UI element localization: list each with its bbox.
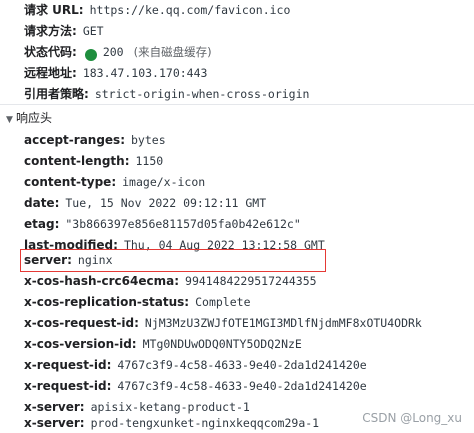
header-value: Tue, 15 Nov 2022 09:12:11 GMT xyxy=(65,196,267,210)
csdn-watermark: CSDN @Long_xu xyxy=(362,411,462,425)
status-ok-icon xyxy=(84,47,97,61)
request-method-row: 请求方法: GET xyxy=(24,21,104,41)
header-value: apisix-ketang-product-1 xyxy=(90,400,250,414)
header-row: content-type: image/x-icon xyxy=(24,172,205,192)
request-url-row: 请求 URL: https://ke.qq.com/favicon.ico xyxy=(24,0,290,20)
header-row: x-cos-hash-crc64ecma: 9941484229517244355 xyxy=(24,271,317,291)
request-url-label: 请求 URL: xyxy=(24,3,84,17)
status-cache-note: (来自磁盘缓存) xyxy=(133,45,212,59)
header-key: accept-ranges: xyxy=(24,133,125,147)
header-value: 4767c3f9-4c58-4633-9e40-2da1d241420e xyxy=(117,379,367,393)
header-value: "3b866397e856e81157d05fa0b42e612c" xyxy=(65,217,301,231)
referrer-policy-value: strict-origin-when-cross-origin xyxy=(94,87,310,101)
header-value: prod-tengxunket-nginxkeqqcom29a-1 xyxy=(90,416,320,430)
header-row: x-cos-version-id: MTg0NDUwODQ0NTY5ODQ2NzE xyxy=(24,334,302,354)
header-key: x-cos-version-id: xyxy=(24,337,137,351)
response-headers-title: 响应头 xyxy=(16,111,53,125)
header-value: 9941484229517244355 xyxy=(185,274,317,288)
header-row: x-cos-replication-status: Complete xyxy=(24,292,251,312)
response-headers-toggle[interactable]: ▼ 响应头 xyxy=(6,108,52,128)
header-value: MTg0NDUwODQ0NTY5ODQ2NzE xyxy=(142,337,302,351)
section-divider xyxy=(0,104,474,105)
remote-address-label: 远程地址: xyxy=(24,66,77,80)
header-key: x-cos-request-id: xyxy=(24,316,139,330)
header-value: NjM3MzU3ZWJfOTE1MGI3MDlfNjdmMF8xOTU4ODRk xyxy=(144,316,422,330)
header-key: etag: xyxy=(24,217,60,231)
status-code-label: 状态代码: xyxy=(24,45,77,59)
referrer-policy-label: 引用者策略: xyxy=(24,87,89,101)
triangle-down-icon: ▼ xyxy=(6,115,13,125)
header-key: x-cos-replication-status: xyxy=(24,295,190,309)
header-value: image/x-icon xyxy=(122,175,206,189)
header-key: x-server: xyxy=(24,416,85,430)
header-row: content-length: 1150 xyxy=(24,151,163,171)
request-method-value: GET xyxy=(82,24,104,38)
header-value: 4767c3f9-4c58-4633-9e40-2da1d241420e xyxy=(117,358,367,372)
header-row: accept-ranges: bytes xyxy=(24,130,166,150)
header-key: x-request-id: xyxy=(24,358,112,372)
header-row: x-server: prod-tengxunket-nginxkeqqcom29a… xyxy=(24,413,319,433)
remote-address-row: 远程地址: 183.47.103.170:443 xyxy=(24,63,207,83)
header-value: bytes xyxy=(131,133,166,147)
status-code-value: 200 xyxy=(102,45,124,59)
header-key: content-type: xyxy=(24,175,117,189)
header-value: Complete xyxy=(195,295,251,309)
header-key: x-server: xyxy=(24,400,85,414)
header-row: x-request-id: 4767c3f9-4c58-4633-9e40-2da… xyxy=(24,376,367,396)
header-key: date: xyxy=(24,196,60,210)
server-highlight-box xyxy=(20,249,326,272)
header-row: date: Tue, 15 Nov 2022 09:12:11 GMT xyxy=(24,193,266,213)
header-key: x-request-id: xyxy=(24,379,112,393)
remote-address-value: 183.47.103.170:443 xyxy=(82,66,208,80)
referrer-policy-row: 引用者策略: strict-origin-when-cross-origin xyxy=(24,84,309,104)
header-key: x-cos-hash-crc64ecma: xyxy=(24,274,180,288)
request-url-value[interactable]: https://ke.qq.com/favicon.ico xyxy=(90,3,291,17)
header-key: content-length: xyxy=(24,154,130,168)
header-value: 1150 xyxy=(135,154,164,168)
status-code-row: 状态代码: 200 (来自磁盘缓存) xyxy=(24,42,212,62)
header-row: x-request-id: 4767c3f9-4c58-4633-9e40-2da… xyxy=(24,355,367,375)
header-row: x-cos-request-id: NjM3MzU3ZWJfOTE1MGI3MDl… xyxy=(24,313,422,333)
header-row: etag: "3b866397e856e81157d05fa0b42e612c" xyxy=(24,214,301,234)
request-method-label: 请求方法: xyxy=(24,24,77,38)
